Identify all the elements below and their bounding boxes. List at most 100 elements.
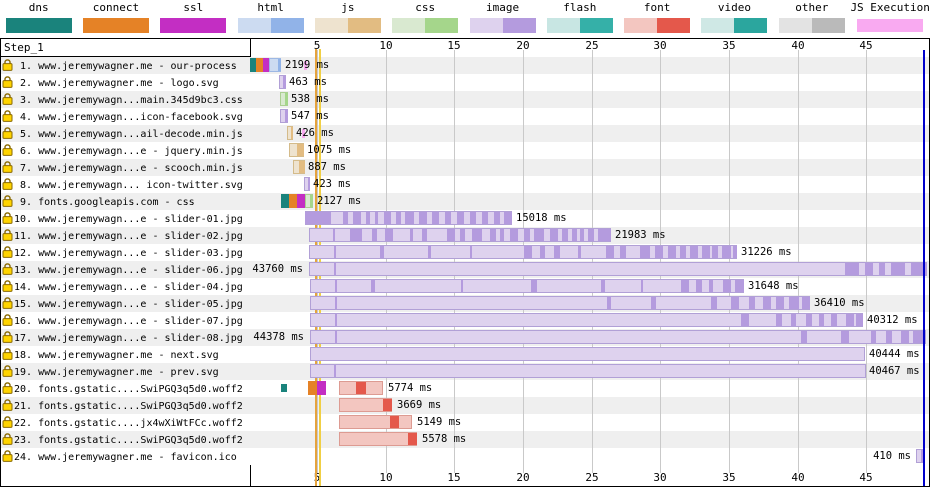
legend-swatch — [83, 18, 149, 33]
legend-label: other — [795, 0, 828, 16]
content-chunk — [578, 246, 581, 258]
content-chunk — [353, 212, 361, 224]
content-chunk — [460, 229, 465, 241]
request-label[interactable]: 23. fonts.gstatic....SwiPGQ3q5d0.woff2 — [2, 432, 248, 447]
request-row-14: 14. www.jeremywagn...e - slider-04.jpg31… — [0, 278, 930, 295]
request-label[interactable]: 11. www.jeremywagn...e - slider-02.jpg — [2, 228, 248, 243]
request-row-2: 2. www.jeremywagner.me - logo.svg463 ms — [0, 74, 930, 91]
request-label[interactable]: 20. fonts.gstatic....SwiPGQ3q5d0.woff2 — [2, 381, 248, 396]
request-label[interactable]: 24. www.jeremywagner.me - favicon.ico — [2, 449, 248, 464]
duration-label: 31226 ms — [741, 245, 792, 260]
content-chunk — [422, 229, 427, 241]
segment-font — [339, 398, 392, 412]
request-label[interactable]: 6. www.jeremywagn...e - jquery.min.js — [2, 143, 248, 158]
lock-icon — [2, 143, 13, 156]
segment-font — [339, 432, 417, 446]
request-label[interactable]: 3. www.jeremywagn...main.345d9bc3.css — [2, 92, 248, 107]
request-label[interactable]: 5. www.jeremywagn...ail-decode.min.js — [2, 126, 248, 141]
request-url: 12. www.jeremywagn...e - slider-03.jpg — [14, 248, 243, 259]
swatch-dark — [348, 18, 381, 33]
content-chunk — [831, 314, 837, 326]
legend-swatch — [470, 18, 536, 33]
lock-icon — [2, 177, 13, 190]
request-row-16: 16. www.jeremywagn...e - slider-07.jpg 40… — [0, 312, 930, 329]
lock-icon — [2, 296, 13, 309]
duration-label: 43760 ms — [103, 262, 303, 277]
content-chunk — [776, 314, 782, 326]
legend-swatch — [624, 18, 690, 33]
request-label[interactable]: 1. www.jeremywagner.me - our-process — [2, 58, 248, 73]
content-chunk — [335, 331, 337, 343]
legend-label: connect — [93, 0, 139, 16]
request-label[interactable]: 10. www.jeremywagn...e - slider-01.jpg — [2, 211, 248, 226]
request-label[interactable]: 8. www.jeremywagn... icon-twitter.svg — [2, 177, 248, 192]
content-chunk — [588, 229, 594, 241]
swatch-solid — [6, 18, 72, 33]
request-label[interactable]: 18. www.jeremywagner.me - next.svg — [2, 347, 248, 362]
waterfall-view: dnsconnectsslhtmljscssimageflashfontvide… — [0, 0, 930, 488]
content-chunk — [841, 331, 849, 343]
request-label[interactable]: 22. fonts.gstatic....jx4wXiWtFCc.woff2 — [2, 415, 248, 430]
content-chunk — [901, 331, 909, 343]
content-chunk — [886, 331, 892, 343]
content-chunk — [375, 212, 378, 224]
segment-img — [304, 177, 310, 191]
request-label[interactable]: 19. www.jeremywagner.me - prev.svg — [2, 364, 248, 379]
legend-swatch — [392, 18, 458, 33]
lock-icon — [2, 279, 13, 292]
request-url: 11. www.jeremywagn...e - slider-02.jpg — [14, 231, 243, 242]
content-chunk — [731, 297, 739, 309]
request-row-20: 20. fonts.gstatic....SwiPGQ3q5d0.woff257… — [0, 380, 930, 397]
request-label[interactable]: 4. www.jeremywagn...icon-facebook.svg — [2, 109, 248, 124]
request-label[interactable]: 2. www.jeremywagner.me - logo.svg — [2, 75, 248, 90]
request-row-23: 23. fonts.gstatic....SwiPGQ3q5d0.woff255… — [0, 431, 930, 448]
duration-label: 40312 ms — [867, 313, 918, 328]
request-url: 8. www.jeremywagn... icon-twitter.svg — [14, 180, 243, 191]
segment-img — [310, 364, 866, 378]
content-chunk — [428, 246, 431, 258]
content-chunk — [308, 178, 310, 190]
request-url: 7. www.jeremywagn...e - scooch.min.js — [14, 163, 243, 174]
request-url: 4. www.jeremywagn...icon-facebook.svg — [14, 112, 243, 123]
lock-icon — [2, 160, 13, 173]
legend-item-js-execution: JS Execution — [850, 0, 929, 37]
duration-label: 423 ms — [313, 177, 351, 192]
legend-item-image: image — [464, 0, 541, 37]
request-url: 18. www.jeremywagner.me - next.svg — [14, 350, 219, 361]
content-chunk — [343, 212, 348, 224]
legend-label: dns — [29, 0, 49, 16]
legend-item-connect: connect — [77, 0, 154, 37]
content-chunk — [305, 212, 331, 224]
lock-icon — [2, 381, 13, 394]
duration-label: 21983 ms — [615, 228, 666, 243]
legend-label: image — [486, 0, 519, 16]
duration-label: 887 ms — [308, 160, 346, 175]
swatch-light — [547, 18, 580, 33]
legend-swatch — [315, 18, 381, 33]
request-label[interactable]: 14. www.jeremywagn...e - slider-04.jpg — [2, 279, 248, 294]
lock-icon — [2, 449, 13, 462]
content-chunk — [390, 416, 399, 428]
request-url: 6. www.jeremywagn...e - jquery.min.js — [14, 146, 243, 157]
content-chunk — [285, 93, 288, 105]
duration-label: 44378 ms — [104, 330, 304, 345]
lock-icon — [2, 58, 13, 71]
request-label[interactable]: 9. fonts.googleapis.com - css — [2, 194, 248, 209]
request-label[interactable]: 12. www.jeremywagn...e - slider-03.jpg — [2, 245, 248, 260]
swatch-light — [315, 18, 348, 33]
request-label[interactable]: 7. www.jeremywagn...e - scooch.min.js — [2, 160, 248, 175]
segment-conn — [308, 381, 317, 395]
legend-swatch — [701, 18, 767, 33]
request-label[interactable]: 15. www.jeremywagn...e - slider-05.jpg — [2, 296, 248, 311]
content-chunk — [702, 246, 710, 258]
content-chunk — [457, 212, 464, 224]
request-label[interactable]: 21. fonts.gstatic....SwiPGQ3q5d0.woff2 — [2, 398, 248, 413]
request-label[interactable]: 16. www.jeremywagn...e - slider-07.jpg — [2, 313, 248, 328]
duration-label: 3669 ms — [397, 398, 441, 413]
content-chunk — [380, 246, 384, 258]
swatch-light — [624, 18, 657, 33]
request-row-1: 1. www.jeremywagner.me - our-process2199… — [0, 57, 930, 74]
content-chunk — [447, 229, 455, 241]
lock-icon — [2, 415, 13, 428]
lock-icon — [2, 126, 13, 139]
